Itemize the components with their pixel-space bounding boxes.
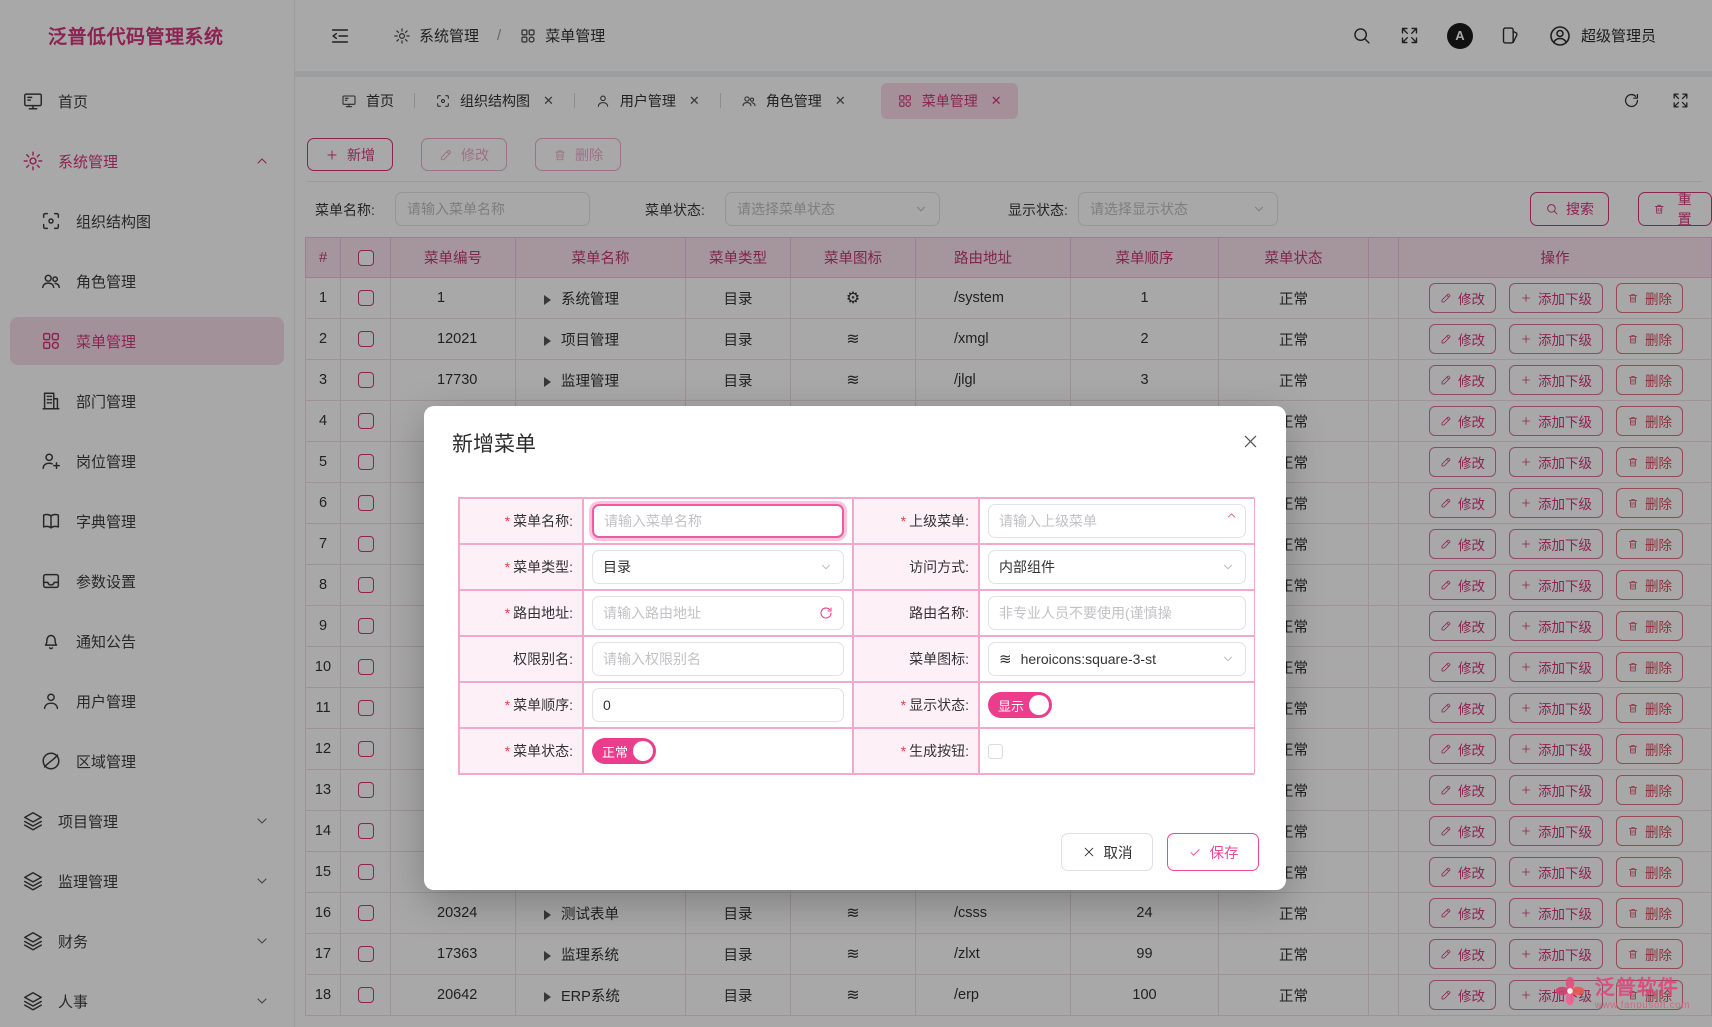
close-icon <box>1082 845 1096 859</box>
watermark-url: www.fanpusoft.com <box>1595 1000 1690 1011</box>
toggle-knob <box>1029 695 1049 715</box>
menu-type-label: 菜单类型: <box>505 557 573 577</box>
refresh-icon[interactable] <box>818 605 834 621</box>
modal-title: 新增菜单 <box>452 428 536 458</box>
pinwheel-logo-icon <box>1553 974 1587 1008</box>
menu-icon-select[interactable]: ≋heroicons:square-3-st <box>988 642 1246 676</box>
vendor-watermark: 泛普软件 www.fanpusoft.com <box>1553 971 1690 1011</box>
menu-icon-label: 菜单图标: <box>909 649 969 669</box>
menu-order-label: 菜单顺序: <box>505 695 573 715</box>
route-name-input[interactable] <box>988 596 1246 630</box>
close-icon[interactable] <box>1241 432 1260 451</box>
save-button[interactable]: 保存 <box>1167 833 1259 871</box>
chevron-down-icon <box>819 560 833 574</box>
layers-icon: ≋ <box>999 650 1012 668</box>
route-path-label: 路由地址: <box>505 603 573 623</box>
gen-button-label: 生成按钮: <box>901 741 969 761</box>
perm-alias-input[interactable] <box>592 642 844 676</box>
chevron-down-icon <box>1221 652 1235 666</box>
check-icon <box>1188 845 1202 859</box>
display-status-label: 显示状态: <box>901 695 969 715</box>
menu-name-input[interactable] <box>592 504 844 538</box>
access-mode-select[interactable]: 内部组件 <box>988 550 1246 584</box>
menu-status-label: 菜单状态: <box>505 741 573 761</box>
chevron-down-icon <box>1221 560 1235 574</box>
menu-status-toggle[interactable]: 正常 <box>592 738 656 764</box>
display-status-toggle[interactable]: 显示 <box>988 692 1052 718</box>
route-path-input[interactable] <box>592 596 844 630</box>
menu-order-input[interactable] <box>592 688 844 722</box>
menu-type-select[interactable]: 目录 <box>592 550 844 584</box>
parent-menu-input[interactable] <box>988 504 1246 538</box>
chevron-up-icon <box>1225 509 1238 522</box>
access-mode-label: 访问方式: <box>909 557 969 577</box>
cancel-button[interactable]: 取消 <box>1061 833 1153 871</box>
app-root: 泛普低代码管理系统 首页 系统管理 组织结构图 角色管理 菜单管理 部门管理 岗… <box>0 0 1712 1027</box>
parent-menu-label: 上级菜单: <box>901 511 969 531</box>
modal-form: 菜单名称: 上级菜单: 菜单类型: 目录 访问方式: 内部组件 路由地址: 路由… <box>458 497 1254 775</box>
route-name-label: 路由名称: <box>909 603 969 623</box>
toggle-knob <box>633 741 653 761</box>
gen-button-checkbox[interactable] <box>988 744 1003 759</box>
menu-name-label: 菜单名称: <box>505 511 573 531</box>
perm-alias-label: 权限别名: <box>513 649 573 669</box>
add-menu-modal: 新增菜单 菜单名称: 上级菜单: 菜单类型: 目录 访问方式: 内部组件 路由地… <box>424 406 1286 890</box>
watermark-name: 泛普软件 <box>1595 971 1690 1000</box>
